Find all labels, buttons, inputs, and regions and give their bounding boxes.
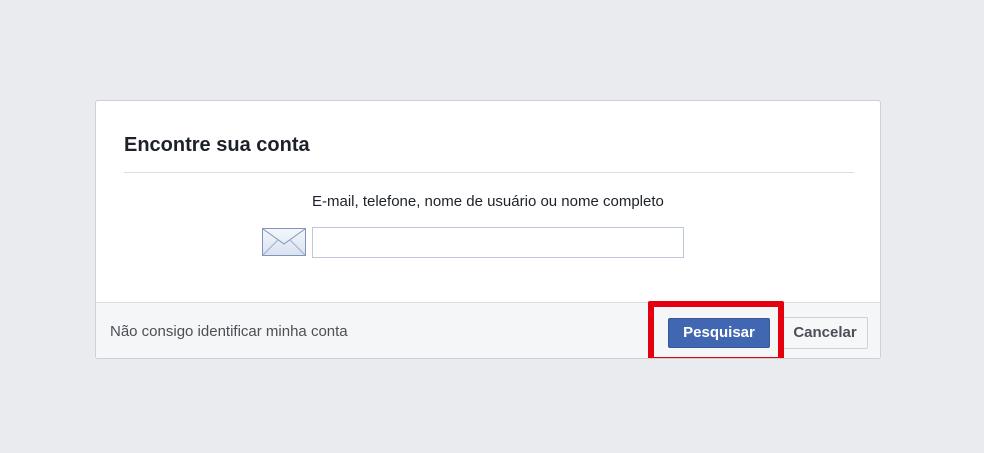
envelope-icon xyxy=(262,228,306,256)
search-field-label: E-mail, telefone, nome de usuário ou nom… xyxy=(312,193,664,210)
dialog-title: Encontre sua conta xyxy=(124,134,310,156)
cant-identify-account-link[interactable]: Não consigo identificar minha conta xyxy=(110,323,348,341)
page: Encontre sua conta E-mail, telefone, nom… xyxy=(0,0,984,453)
dialog-footer: Não consigo identificar minha conta Pesq… xyxy=(96,301,880,358)
search-input[interactable] xyxy=(312,227,684,258)
search-button[interactable]: Pesquisar xyxy=(668,318,770,348)
find-account-dialog: Encontre sua conta E-mail, telefone, nom… xyxy=(95,100,881,359)
dialog-header: Encontre sua conta xyxy=(124,133,854,173)
cancel-button[interactable]: Cancelar xyxy=(782,317,868,349)
